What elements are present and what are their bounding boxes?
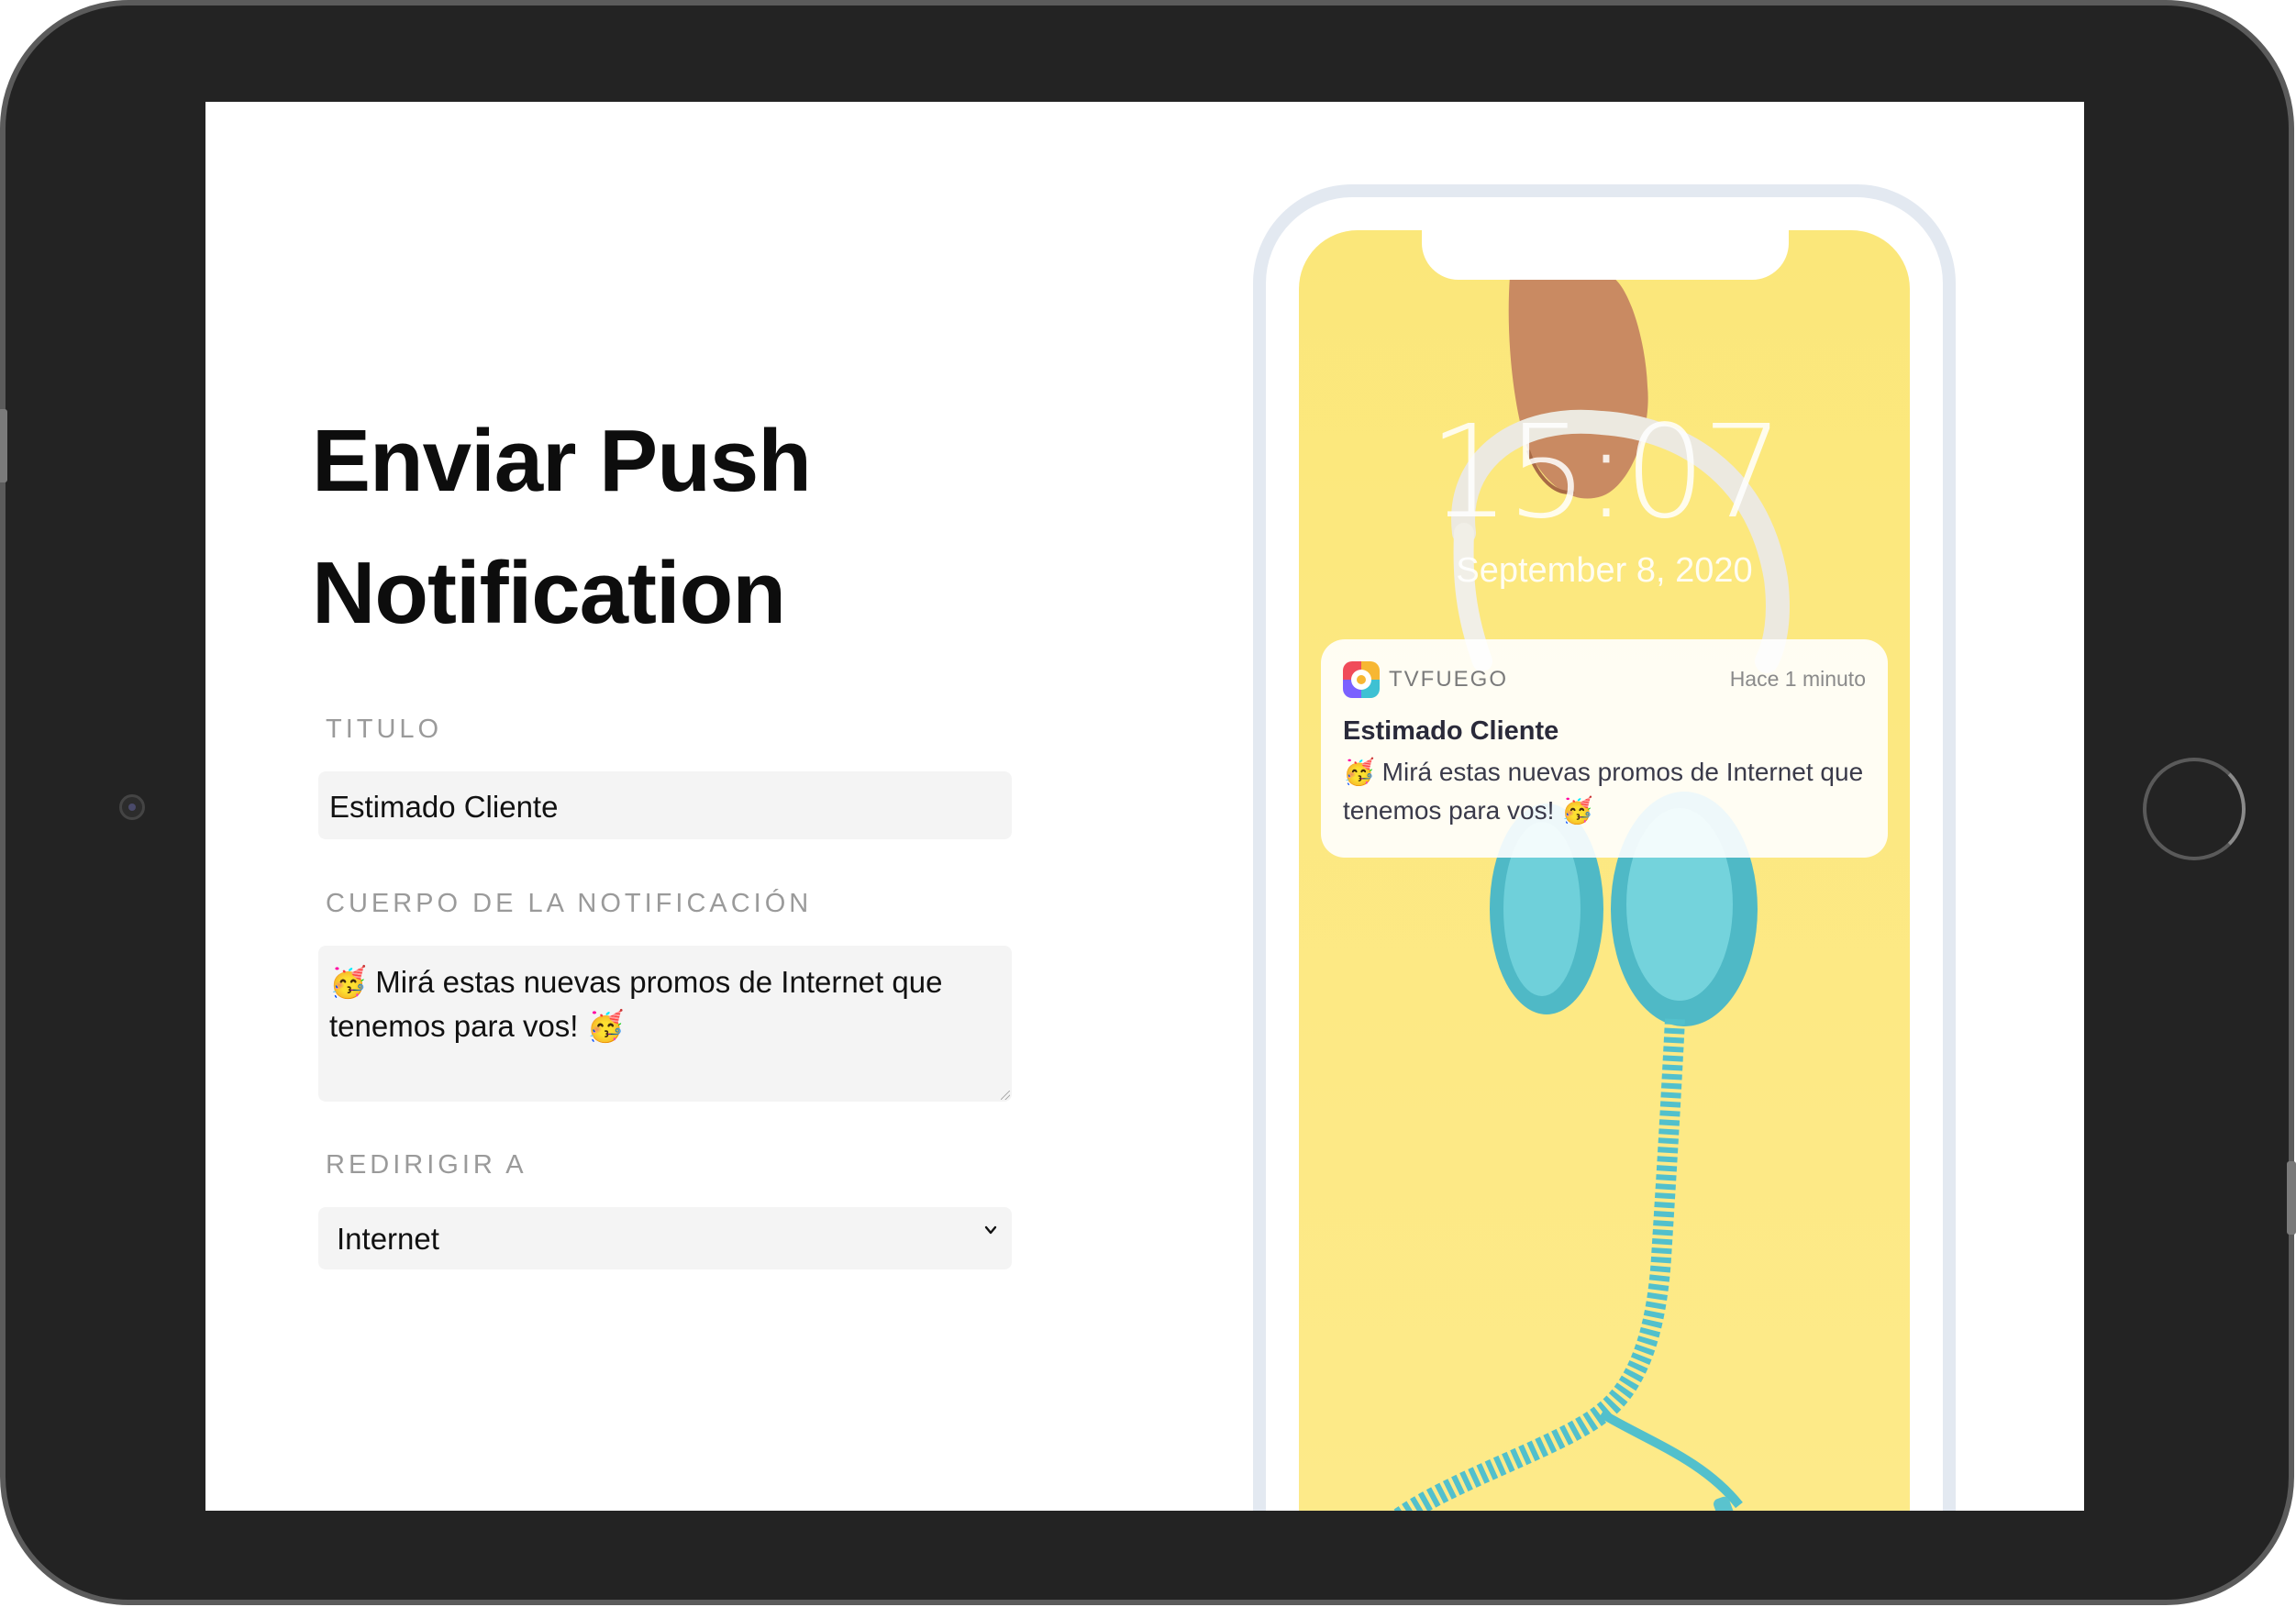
redirect-select[interactable]: Internet xyxy=(318,1207,1012,1269)
notification-app-name: TVFUEGO xyxy=(1389,667,1509,692)
chevron-down-icon xyxy=(984,1225,997,1235)
lockscreen-date: September 8, 2020 xyxy=(1456,551,1753,590)
lockscreen-time: 15:07 xyxy=(1428,398,1783,548)
screen: Enviar Push Notification TITULO Estimado… xyxy=(205,102,2084,1511)
home-button[interactable] xyxy=(2143,758,2246,860)
page-title: Enviar Push Notification xyxy=(312,412,812,642)
tvfuego-app-icon xyxy=(1343,661,1380,698)
resize-handle-icon[interactable] xyxy=(1001,1091,1010,1100)
notification-title: Estimado Cliente xyxy=(1343,716,1559,746)
volume-button xyxy=(0,409,7,482)
notification-body: 🥳 Mirá estas nuevas promos de Internet q… xyxy=(1343,758,1864,825)
body-textarea[interactable]: 🥳 Mirá estas nuevas promos de Internet q… xyxy=(318,946,1012,1102)
phone-notch xyxy=(1422,230,1789,280)
notification-timestamp: Hace 1 minuto xyxy=(1729,667,1866,691)
push-notification-card[interactable]: TVFUEGO Hace 1 minuto Estimado Cliente 🥳… xyxy=(1321,639,1888,858)
title-input-value: Estimado Cliente xyxy=(329,790,559,824)
redirect-select-value: Internet xyxy=(337,1222,439,1256)
power-button xyxy=(2287,1161,2296,1235)
title-input[interactable]: Estimado Cliente xyxy=(318,771,1012,839)
body-label: CUERPO DE LA NOTIFICACIÓN xyxy=(326,889,813,918)
redirect-label: REDIRIGIR A xyxy=(326,1150,527,1180)
body-textarea-value: 🥳 Mirá estas nuevas promos de Internet q… xyxy=(329,965,943,1043)
title-label: TITULO xyxy=(326,715,443,744)
front-camera-icon xyxy=(119,794,145,820)
